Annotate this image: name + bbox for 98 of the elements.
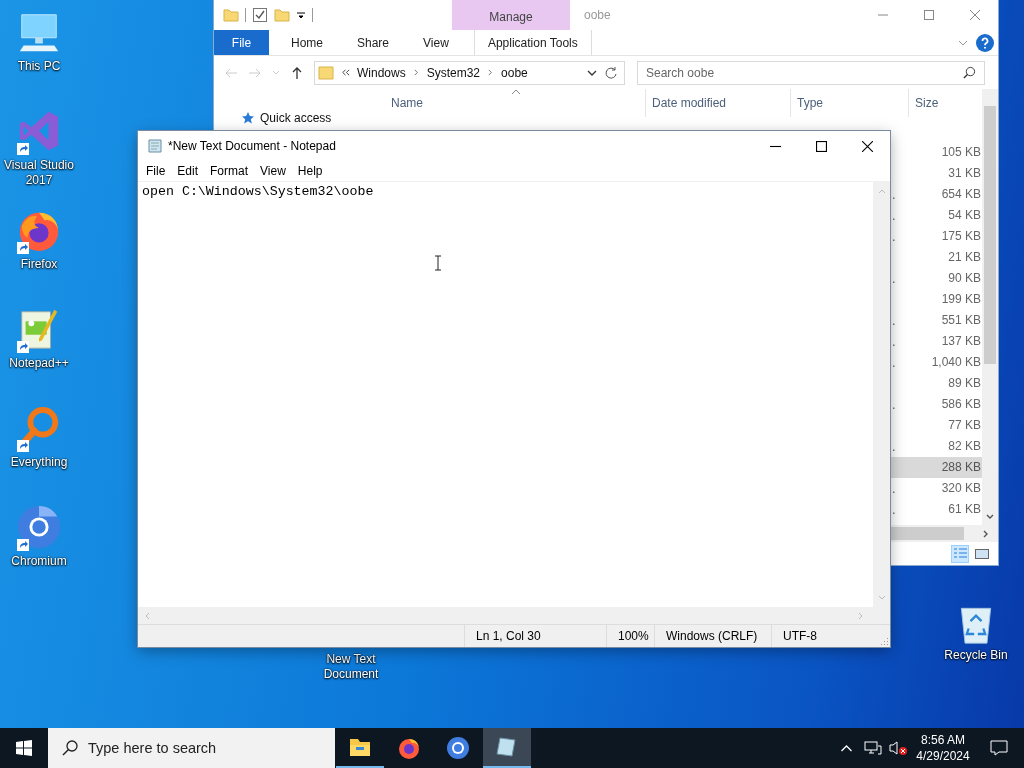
chromium-logo-icon[interactable]: [16, 504, 62, 550]
fox-globe-icon: [397, 736, 421, 760]
file-size-cell[interactable]: 82 KB: [908, 436, 982, 457]
file-size-cell[interactable]: 586 KB: [908, 394, 982, 415]
table-cell: …: [884, 208, 896, 223]
file-size-cell[interactable]: 54 KB: [908, 205, 982, 226]
table-cell: …: [884, 355, 896, 370]
ribbon-tab[interactable]: View: [410, 30, 462, 55]
table-cell: …: [884, 397, 896, 412]
ribbon-tab[interactable]: Application Tools: [473, 30, 592, 55]
taskbar-app-button[interactable]: [483, 728, 531, 768]
nav-item[interactable]: Quick access: [214, 111, 379, 125]
sort-caret-icon: [511, 89, 521, 95]
close-icon[interactable]: [862, 140, 873, 152]
table-cell: …: [884, 187, 896, 202]
menu-item[interactable]: View: [255, 164, 291, 178]
scrollbar[interactable]: [982, 89, 998, 525]
search-icon: [62, 740, 78, 756]
menu-item[interactable]: Edit: [172, 164, 204, 178]
file-size-cell[interactable]: 89 KB: [908, 373, 982, 394]
file-size-cell[interactable]: 320 KB: [908, 478, 982, 499]
file-size-cell[interactable]: 21 KB: [908, 247, 982, 268]
clock-date[interactable]: 4/29/2024: [916, 748, 970, 764]
breadcrumb-item[interactable]: oobe: [501, 65, 528, 80]
scroll-down-icon[interactable]: [986, 513, 994, 521]
clock-time[interactable]: 8:56 AM: [921, 732, 965, 748]
column-header[interactable]: Name: [379, 89, 645, 117]
notepad-icon: [495, 735, 519, 759]
windows-logo-icon: [16, 740, 32, 756]
table-cell: …: [884, 439, 896, 454]
desktop-icon-label[interactable]: Firefox: [20, 257, 58, 272]
refresh-icon[interactable]: [604, 65, 618, 80]
up-arrow-icon[interactable]: [290, 65, 304, 80]
chevron-icon: [487, 69, 495, 76]
checkmark-icon[interactable]: [252, 7, 268, 23]
status-field: Windows (CRLF): [654, 625, 771, 647]
folder-icon: [318, 64, 334, 81]
menu-item[interactable]: Help: [292, 164, 328, 178]
scrollbar-thumb[interactable]: [891, 527, 964, 540]
desktop-icon-label[interactable]: Recycle Bin: [944, 648, 1008, 663]
breadcrumb-item[interactable]: System32: [426, 65, 481, 80]
table-cell: …: [884, 271, 896, 286]
file-size-cell[interactable]: 105 KB: [908, 142, 982, 163]
file-size-cell[interactable]: 175 KB: [908, 226, 982, 247]
column-header[interactable]: Date modified: [645, 89, 790, 117]
file-size-cell[interactable]: 1,040 KB: [908, 352, 982, 373]
speaker-icon[interactable]: [888, 740, 908, 756]
context-tab-header: Manage: [452, 0, 570, 30]
window-title: *New Text Document - Notepad: [168, 139, 336, 153]
text-content[interactable]: open C:\Windows\System32\oobe: [142, 184, 374, 199]
status-field: 100%: [606, 625, 654, 647]
table-cell: …: [884, 313, 896, 328]
breadcrumb-item[interactable]: Windows: [357, 65, 406, 80]
desktop-icon-label[interactable]: This PC: [17, 59, 61, 74]
file-size-cell[interactable]: 654 KB: [908, 184, 982, 205]
status-field: Ln 1, Col 30: [464, 625, 606, 647]
network-icon[interactable]: [864, 740, 882, 756]
tray-chevron-icon[interactable]: [840, 744, 853, 752]
file-size-cell[interactable]: 61 KB: [908, 499, 982, 520]
maximize-icon[interactable]: [816, 140, 827, 152]
status-field: UTF-8: [771, 625, 879, 647]
desktop-icon-label[interactable]: Notepad++: [9, 356, 69, 371]
star-icon: [241, 111, 255, 125]
ribbon-tab[interactable]: File: [214, 30, 269, 55]
text-cursor-icon: [434, 255, 442, 271]
notepad-icon: [147, 138, 163, 154]
dropdown-icon[interactable]: [296, 10, 306, 20]
table-cell: …: [884, 229, 896, 244]
menu-item[interactable]: File: [141, 164, 171, 178]
ribbon-tab[interactable]: Home: [278, 30, 336, 55]
file-size-cell[interactable]: 137 KB: [908, 331, 982, 352]
table-cell: …: [884, 481, 896, 496]
overflow-chevron-icon[interactable]: [341, 68, 350, 77]
window-title: oobe: [584, 8, 611, 22]
file-size-cell[interactable]: 31 KB: [908, 163, 982, 184]
desktop-icon-label[interactable]: New Text Document: [316, 652, 386, 682]
file-size-cell[interactable]: 90 KB: [908, 268, 982, 289]
chevron-icon: [412, 69, 420, 76]
scroll-right-icon[interactable]: [982, 529, 990, 538]
file-size-cell[interactable]: 551 KB: [908, 310, 982, 331]
resize-grip-icon[interactable]: [879, 636, 889, 646]
chromium-logo-icon: [446, 736, 470, 760]
menu-item[interactable]: Format: [205, 164, 254, 178]
notification-icon[interactable]: [990, 740, 1008, 756]
desktop-icon-label[interactable]: Visual Studio 2017: [1, 158, 77, 188]
search-field[interactable]: Search oobe: [637, 60, 985, 85]
ribbon-tab[interactable]: Share: [344, 30, 403, 55]
file-size-cell[interactable]: 199 KB: [908, 289, 982, 310]
desktop-icon-label[interactable]: Chromium: [11, 554, 67, 569]
search-icon[interactable]: [963, 65, 976, 79]
table-cell: …: [884, 334, 896, 349]
table-cell: …: [884, 502, 896, 517]
search-field[interactable]: Type here to search: [48, 728, 335, 768]
desktop-icon-label[interactable]: Everything: [10, 455, 68, 470]
file-size-cell[interactable]: 77 KB: [908, 415, 982, 436]
help-icon[interactable]: [976, 33, 994, 52]
column-header[interactable]: Type: [790, 89, 908, 117]
address-bar[interactable]: Windows System32 oobe: [314, 60, 625, 85]
